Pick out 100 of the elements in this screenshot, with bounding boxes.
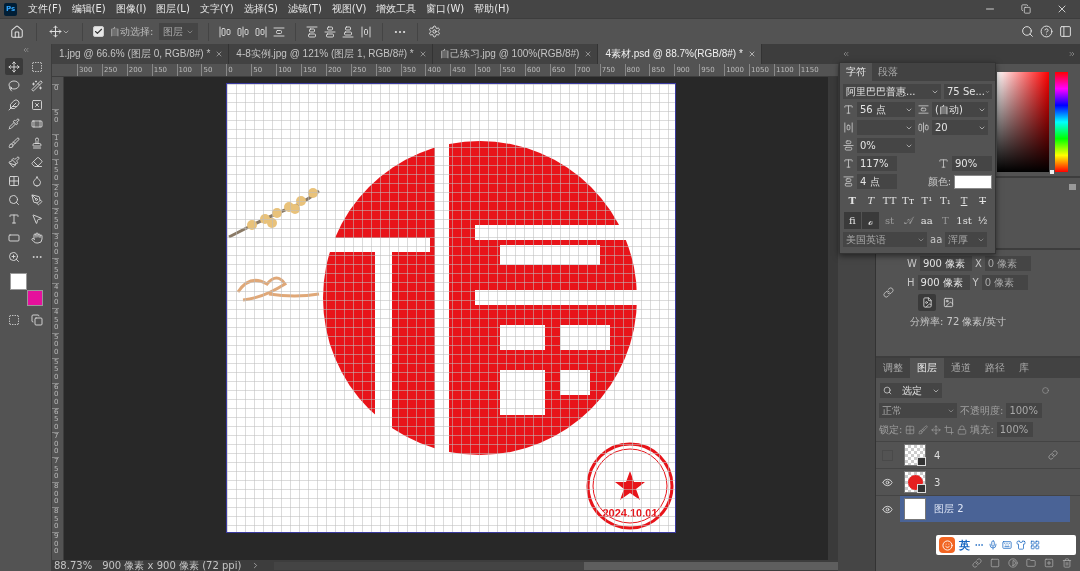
- panel-tab[interactable]: 图层: [910, 358, 944, 378]
- adjustment-icon[interactable]: [1008, 558, 1018, 568]
- baseline-shift-icon[interactable]: [843, 176, 854, 187]
- link-icon[interactable]: [883, 287, 894, 298]
- menu-item[interactable]: 编辑(E): [66, 2, 111, 16]
- kerning-field[interactable]: [857, 120, 915, 135]
- lock-pixels-icon[interactable]: [905, 424, 916, 435]
- vertical-scrollbar[interactable]: [828, 77, 838, 560]
- baseline-shift-field[interactable]: 4 点: [857, 174, 897, 189]
- background-swatch[interactable]: [26, 290, 43, 306]
- menu-item[interactable]: 视图(V): [326, 2, 372, 16]
- menu-item[interactable]: 窗口(W): [421, 2, 470, 16]
- opentype-button[interactable]: fi: [843, 212, 861, 229]
- horizontal-scrollbar[interactable]: [274, 561, 838, 570]
- leading-field[interactable]: (自动): [932, 102, 988, 117]
- text-style-button[interactable]: T: [955, 192, 973, 209]
- leading-icon[interactable]: [918, 104, 929, 115]
- text-color-swatch[interactable]: [954, 174, 992, 189]
- lock-position-icon[interactable]: [931, 424, 942, 435]
- font-family-dropdown[interactable]: 阿里巴巴普惠...: [843, 84, 941, 99]
- text-style-button[interactable]: T: [862, 192, 880, 209]
- panel-tab[interactable]: 库: [1012, 358, 1036, 378]
- shirt-icon[interactable]: [1016, 540, 1026, 550]
- menu-item[interactable]: 图像(I): [110, 2, 152, 16]
- font-size-icon[interactable]: [843, 104, 854, 115]
- filter-toggle-icon[interactable]: [1042, 387, 1049, 394]
- language-dropdown[interactable]: 美国英语: [843, 232, 927, 247]
- text-style-button[interactable]: T₁: [936, 192, 954, 209]
- panel-tab[interactable]: 路径: [978, 358, 1012, 378]
- text-style-button[interactable]: T¹: [918, 192, 936, 209]
- ime-mode[interactable]: 英: [959, 537, 970, 553]
- distribute-horizontal-icon[interactable]: [360, 25, 373, 38]
- document-tab[interactable]: 自己练习.jpg @ 100%(RGB/8#): [432, 44, 599, 64]
- align-left-icon[interactable]: [219, 25, 232, 38]
- workspace-icon[interactable]: [1059, 25, 1072, 38]
- tool-button[interactable]: [5, 153, 23, 170]
- tsume-field[interactable]: 0%: [857, 138, 915, 153]
- layer-row[interactable]: 4: [900, 442, 1070, 468]
- opentype-button[interactable]: aa: [918, 212, 936, 229]
- lock-artboard-icon[interactable]: [944, 424, 955, 435]
- kerning-icon[interactable]: [843, 122, 854, 133]
- panel-tab[interactable]: 段落: [872, 63, 904, 81]
- menu-item[interactable]: 帮助(H): [469, 2, 515, 16]
- collapse-icon[interactable]: [21, 46, 30, 54]
- panel-tab[interactable]: 调整: [876, 358, 910, 378]
- new-layer-icon[interactable]: [1044, 558, 1054, 568]
- vertical-scale-field[interactable]: 117%: [857, 156, 897, 171]
- align-right-icon[interactable]: [255, 25, 268, 38]
- distribute-icon[interactable]: [273, 25, 286, 38]
- expand-icon[interactable]: [1068, 50, 1076, 58]
- document-tab[interactable]: 4-8实例.jpg @ 121% (图层 1, RGB/8#) *: [229, 44, 433, 64]
- opentype-button[interactable]: ½: [974, 212, 992, 229]
- opentype-button[interactable]: ℴ: [862, 212, 880, 229]
- text-style-button[interactable]: T: [843, 192, 861, 209]
- link-icon[interactable]: [972, 558, 982, 568]
- screen-mode-button[interactable]: [28, 311, 46, 328]
- tool-button[interactable]: [28, 77, 46, 94]
- collapse-icon[interactable]: [842, 50, 850, 58]
- height-field[interactable]: 900 像素: [917, 275, 970, 290]
- keyboard-icon[interactable]: [1002, 540, 1012, 550]
- lock-icon[interactable]: [957, 424, 968, 435]
- text-style-button[interactable]: TT: [881, 192, 899, 209]
- text-style-button[interactable]: T: [974, 192, 992, 209]
- vertical-scale-icon[interactable]: [843, 158, 854, 169]
- menu-item[interactable]: 滤镜(T): [282, 2, 327, 16]
- align-bottom-icon[interactable]: [342, 25, 355, 38]
- settings-icon[interactable]: [428, 25, 442, 38]
- layer-filter-dropdown[interactable]: 选定: [880, 383, 942, 398]
- layer-row[interactable]: 3: [900, 469, 1070, 495]
- help-icon[interactable]: [1040, 25, 1053, 38]
- font-size-field[interactable]: 56 点: [857, 102, 915, 117]
- mask-icon[interactable]: [990, 558, 1000, 568]
- align-top-icon[interactable]: [306, 25, 319, 38]
- menu-item[interactable]: 文字(Y): [194, 2, 239, 16]
- panel-tab[interactable]: 字符: [840, 63, 872, 81]
- tool-button[interactable]: [5, 134, 23, 151]
- tracking-field[interactable]: 20: [932, 120, 988, 135]
- color-field[interactable]: [997, 72, 1049, 172]
- menu-item[interactable]: 选择(S): [238, 2, 283, 16]
- document-tab[interactable]: 1.jpg @ 66.6% (图层 0, RGB/8#) *: [52, 44, 230, 64]
- x-field[interactable]: 0 像素: [984, 256, 1031, 271]
- auto-select-checkbox[interactable]: [93, 26, 104, 37]
- tool-button[interactable]: [5, 58, 23, 75]
- lock-paint-icon[interactable]: [918, 424, 929, 435]
- tsume-icon[interactable]: [843, 140, 854, 151]
- folder-icon[interactable]: [1026, 558, 1036, 568]
- align-middle-icon[interactable]: [324, 25, 337, 38]
- menu-item[interactable]: 增效工具: [371, 2, 422, 16]
- document-tab[interactable]: 4素材.psd @ 88.7%(RGB/8#) *: [598, 44, 762, 64]
- portrait-button[interactable]: [918, 294, 936, 311]
- y-field[interactable]: 0 像素: [981, 275, 1028, 290]
- text-style-button[interactable]: Tт: [899, 192, 917, 209]
- mic-icon[interactable]: [988, 540, 998, 550]
- font-style-dropdown[interactable]: 75 Se...: [944, 84, 992, 99]
- foreground-swatch[interactable]: [9, 273, 27, 290]
- horizontal-scale-icon[interactable]: [938, 158, 949, 169]
- fill-field[interactable]: 100%: [996, 422, 1033, 437]
- width-field[interactable]: 900 像素: [919, 256, 972, 271]
- layer-row[interactable]: 图层 2: [900, 496, 1070, 522]
- align-center-icon[interactable]: [237, 25, 250, 38]
